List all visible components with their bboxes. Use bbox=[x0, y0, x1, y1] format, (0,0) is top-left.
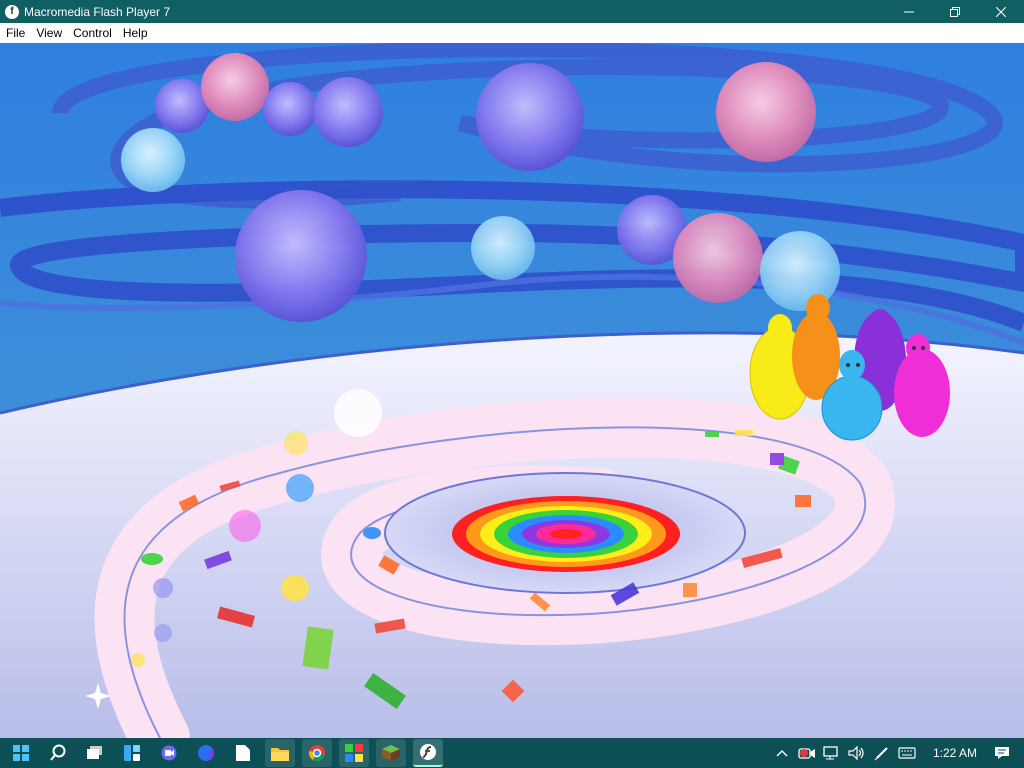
menu-control[interactable]: Control bbox=[67, 23, 117, 43]
game-icon[interactable] bbox=[339, 739, 369, 767]
taskbar: 1:22 AM bbox=[0, 738, 1024, 768]
camera-off-icon[interactable] bbox=[795, 742, 819, 764]
volume-icon[interactable] bbox=[845, 742, 869, 764]
file-explorer-icon[interactable] bbox=[265, 739, 295, 767]
notification-icon[interactable] bbox=[990, 742, 1014, 764]
flash-player-icon: f bbox=[5, 4, 19, 19]
keyboard-icon[interactable] bbox=[895, 742, 919, 764]
close-icon[interactable] bbox=[978, 0, 1024, 23]
maximize-icon[interactable] bbox=[932, 0, 978, 23]
menu-view[interactable]: View bbox=[30, 23, 67, 43]
menu-bar: File View Control Help bbox=[0, 23, 1024, 43]
title-bar: f Macromedia Flash Player 7 bbox=[0, 0, 1024, 23]
pen-icon[interactable] bbox=[870, 742, 894, 764]
chrome-icon[interactable] bbox=[302, 739, 332, 767]
menu-file[interactable]: File bbox=[0, 23, 30, 43]
notepad-icon[interactable] bbox=[228, 739, 258, 767]
start-icon[interactable] bbox=[6, 739, 36, 767]
window-controls bbox=[886, 0, 1024, 23]
chevron-up-icon[interactable] bbox=[770, 742, 794, 764]
system-tray: 1:22 AM bbox=[769, 738, 1024, 768]
clock[interactable]: 1:22 AM bbox=[933, 746, 977, 760]
task-view-icon[interactable] bbox=[80, 739, 110, 767]
widgets-icon[interactable] bbox=[117, 739, 147, 767]
minimize-icon[interactable] bbox=[886, 0, 932, 23]
flash-animation bbox=[0, 43, 1024, 738]
window-title: Macromedia Flash Player 7 bbox=[24, 4, 171, 19]
minecraft-icon[interactable] bbox=[376, 739, 406, 767]
menu-help[interactable]: Help bbox=[117, 23, 153, 43]
firefox-icon[interactable] bbox=[191, 739, 221, 767]
chat-icon[interactable] bbox=[154, 739, 184, 767]
flash-player-icon[interactable] bbox=[413, 739, 443, 767]
flash-stage[interactable] bbox=[0, 43, 1024, 738]
search-icon[interactable] bbox=[43, 739, 73, 767]
network-icon[interactable] bbox=[820, 742, 844, 764]
